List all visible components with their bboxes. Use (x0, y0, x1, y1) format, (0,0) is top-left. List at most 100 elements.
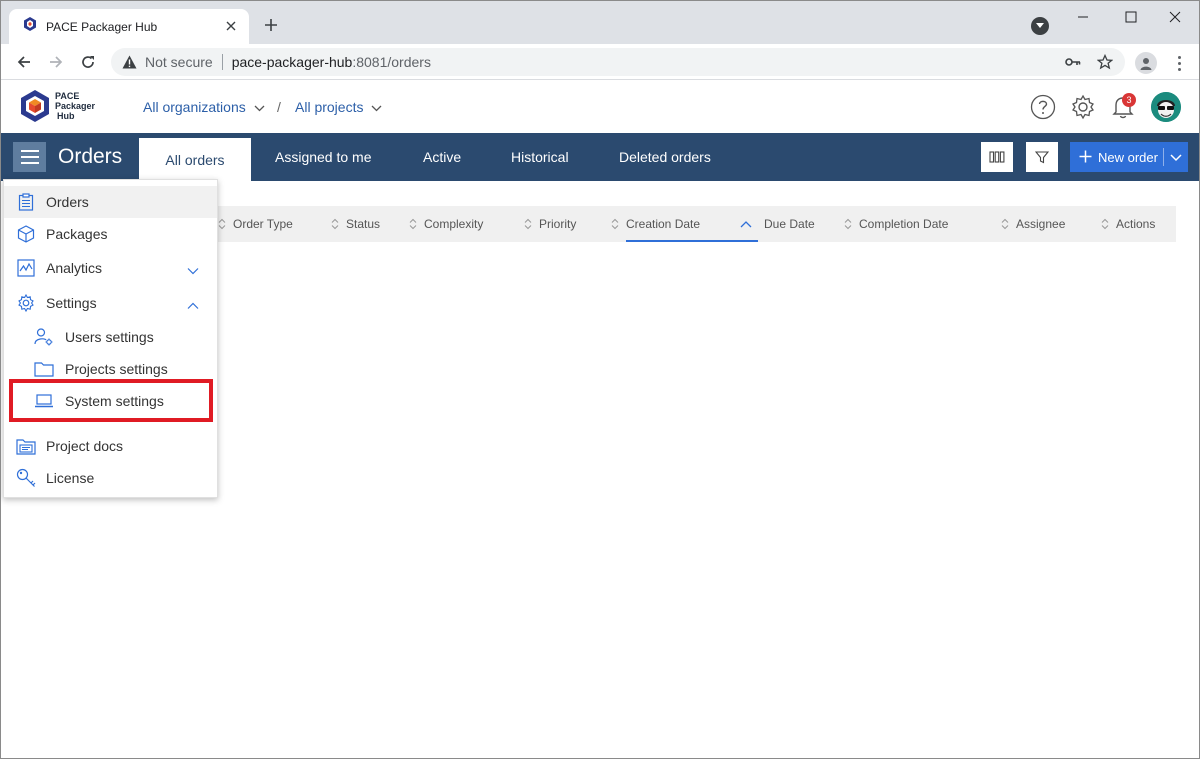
favicon-icon (23, 17, 37, 36)
column-label: Order Type (233, 217, 293, 231)
column-label: Assignee (1016, 217, 1066, 231)
column-completion-date[interactable]: Completion Date (843, 206, 948, 242)
minimize-icon[interactable] (1061, 5, 1105, 29)
settings-gear-icon[interactable] (1070, 94, 1096, 120)
clipboard-icon (16, 192, 36, 212)
address-bar[interactable]: Not secure pace-packager-hub:8081/orders (111, 48, 1125, 76)
sort-icon (1000, 217, 1010, 231)
forward-icon[interactable] (45, 51, 67, 73)
project-label: All projects (295, 99, 364, 115)
browser-menu-icon[interactable] (1171, 52, 1187, 74)
column-priority[interactable]: Priority (523, 206, 576, 242)
filter-icon[interactable] (1026, 142, 1058, 172)
menu-item-label: Analytics (46, 260, 103, 276)
app-logo[interactable]: PACE Packager Hub (19, 89, 95, 123)
url-text[interactable]: pace-packager-hub:8081/orders (232, 54, 431, 70)
breadcrumb-separator: / (277, 99, 281, 115)
maximize-icon[interactable] (1109, 5, 1153, 29)
column-complexity[interactable]: Complexity (408, 206, 483, 242)
logo-line-1: PACE (55, 91, 80, 101)
chevron-up-icon[interactable] (187, 297, 199, 313)
column-label: Complexity (424, 217, 484, 231)
new-order-button[interactable]: New order (1070, 142, 1188, 172)
close-tab-icon[interactable] (223, 18, 239, 34)
highlight-box (9, 379, 213, 422)
new-order-label: New order (1098, 149, 1158, 165)
reload-icon[interactable] (77, 51, 99, 73)
sorted-column-indicator (626, 240, 758, 242)
column-actions[interactable]: Actions (1100, 206, 1155, 242)
sort-icon (217, 217, 227, 231)
docs-icon (16, 436, 36, 456)
chevron-down-icon[interactable] (187, 262, 199, 278)
tab-search-icon[interactable] (1031, 17, 1049, 35)
menu-item-users-settings[interactable]: Users settings (4, 321, 217, 353)
page-title: Orders (58, 145, 123, 168)
tab-historical[interactable]: Historical (511, 133, 569, 181)
column-label: Actions (1116, 217, 1156, 231)
browser-toolbar: Not secure pace-packager-hub:8081/orders (1, 44, 1199, 80)
column-due-date[interactable]: Due Date (764, 206, 815, 242)
column-label: Priority (539, 217, 577, 231)
warning-icon[interactable] (121, 54, 137, 70)
column-label: Status (346, 217, 381, 231)
column-label: Due Date (764, 217, 815, 231)
menu-item-packages[interactable]: Packages (4, 218, 217, 250)
sort-icon (408, 217, 418, 231)
sort-icon (1100, 217, 1110, 231)
chrome-profile-icon[interactable] (1135, 52, 1157, 74)
menu-item-label: License (46, 470, 95, 486)
menu-item-project-docs[interactable]: Project docs (4, 430, 217, 462)
key-icon (16, 468, 36, 488)
url-host: pace-packager-hub (231, 54, 353, 70)
menu-item-analytics[interactable]: Analytics (4, 252, 217, 284)
organization-selector[interactable]: All organizations (143, 99, 265, 115)
user-avatar[interactable] (1151, 92, 1181, 122)
back-icon[interactable] (13, 51, 35, 73)
help-icon[interactable] (1030, 94, 1056, 120)
tab-all-orders[interactable]: All orders (139, 138, 251, 181)
chevron-down-icon[interactable] (1169, 150, 1183, 167)
browser-tab[interactable]: PACE Packager Hub (9, 9, 249, 44)
app-header: PACE Packager Hub All organizations / Al… (1, 81, 1199, 133)
logo-line-2: Packager (55, 101, 96, 111)
plus-icon (1079, 148, 1092, 166)
chevron-down-icon (371, 99, 382, 115)
folder-icon (34, 359, 54, 379)
project-selector[interactable]: All projects (295, 99, 382, 115)
url-path: :8081/orders (352, 54, 431, 70)
logo-text: PACE Packager Hub (55, 91, 95, 121)
column-label: Creation Date (626, 217, 701, 231)
close-window-icon[interactable] (1153, 5, 1197, 29)
menu-item-orders[interactable]: Orders (4, 186, 217, 218)
menu-item-settings[interactable]: Settings (4, 287, 217, 319)
password-key-icon[interactable] (1065, 54, 1081, 70)
tab-deleted-orders[interactable]: Deleted orders (619, 133, 711, 181)
main-navbar: Orders All orders Assigned to me Active … (1, 133, 1199, 181)
tab-strip: PACE Packager Hub (1, 1, 1199, 44)
menu-item-label: Users settings (65, 329, 154, 345)
tab-title: PACE Packager Hub (46, 19, 158, 34)
browser-window: PACE Packager Hub Not secure pace-packag… (0, 0, 1200, 759)
bookmark-star-icon[interactable] (1097, 54, 1113, 70)
chevron-down-icon (254, 99, 265, 115)
menu-item-label: Projects settings (65, 361, 168, 377)
column-assignee[interactable]: Assignee (1000, 206, 1065, 242)
chart-icon (16, 258, 36, 278)
sort-icon (330, 217, 340, 231)
sort-icon (610, 217, 620, 231)
security-label[interactable]: Not secure (145, 54, 213, 70)
menu-item-license[interactable]: License (4, 462, 217, 494)
hamburger-menu-icon[interactable] (13, 142, 46, 172)
tab-active[interactable]: Active (423, 133, 461, 181)
sort-icon (523, 217, 533, 231)
split-divider (1163, 148, 1164, 166)
navigation-menu: Orders Packages Analytics Settings Users… (3, 179, 218, 498)
columns-icon[interactable] (981, 142, 1013, 172)
menu-item-label: Orders (46, 194, 89, 210)
column-status[interactable]: Status (330, 206, 380, 242)
column-creation-date[interactable]: Creation Date (610, 206, 752, 242)
column-order-type[interactable]: Order Type (217, 206, 293, 242)
new-tab-icon[interactable] (261, 15, 281, 35)
tab-assigned-to-me[interactable]: Assigned to me (275, 133, 372, 181)
